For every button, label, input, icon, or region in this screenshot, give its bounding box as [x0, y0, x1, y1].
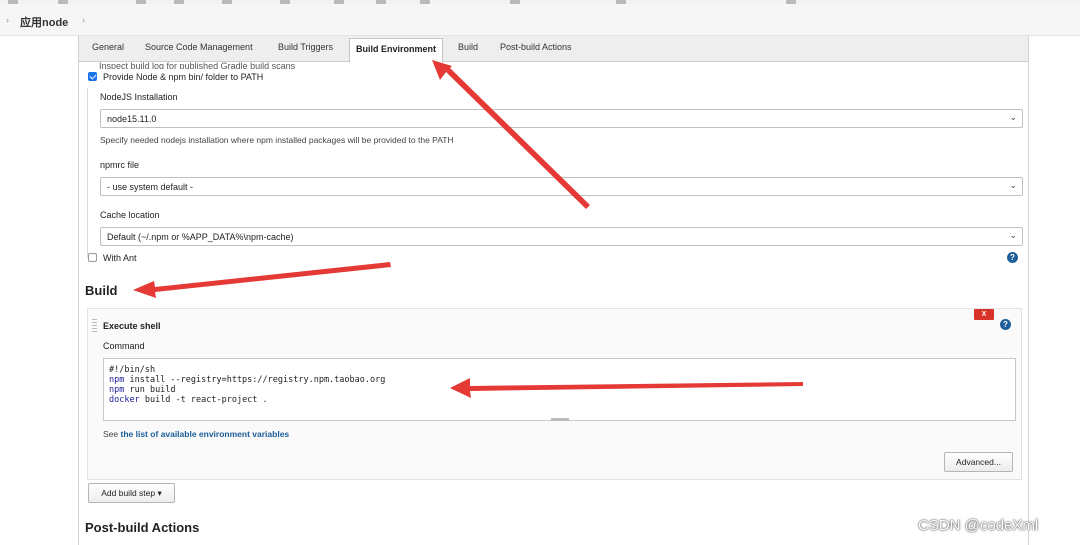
nodejs-installation-hint: Specify needed nodejs installation where… [100, 135, 454, 145]
build-section-title: Build [85, 283, 118, 298]
dropdown-caret-icon: ▾ [157, 488, 162, 498]
command-line: npm install --registry=https://registry.… [109, 375, 386, 385]
post-build-section-title: Post-build Actions [85, 520, 200, 535]
tab-source-code-management[interactable]: Source Code Management [145, 42, 253, 52]
with-ant-label: With Ant [103, 253, 137, 263]
chevron-right-icon: › [6, 15, 9, 25]
command-textarea[interactable]: #!/bin/sh npm install --registry=https:/… [103, 358, 1016, 421]
config-panel: General Source Code Management Build Tri… [78, 36, 1029, 545]
config-tabs: General Source Code Management Build Tri… [79, 36, 1028, 63]
cache-location-value: Default (~/.npm or %APP_DATA%\npm-cache) [107, 232, 294, 242]
chevron-down-icon: ⌄ [1009, 180, 1017, 190]
env-vars-hint: See the list of available environment va… [103, 429, 289, 439]
command-line: docker build -t react-project . [109, 395, 268, 405]
watermark: CSDN @codeXml [918, 517, 1039, 534]
inspect-build-log-option: Inspect build log for published Gradle b… [99, 62, 296, 69]
breadcrumb: › 应用node › [0, 4, 1080, 36]
tab-build-triggers[interactable]: Build Triggers [278, 42, 333, 52]
breadcrumb-project[interactable]: 应用node [20, 14, 68, 30]
nodejs-installation-value: node15.11.0 [107, 114, 157, 124]
drag-handle-icon[interactable] [92, 319, 97, 333]
help-icon[interactable]: ? [1007, 252, 1018, 263]
tab-build[interactable]: Build [458, 42, 478, 52]
execute-shell-title: Execute shell [103, 321, 161, 331]
add-build-step-label: Add build step [101, 488, 156, 498]
env-vars-link[interactable]: the list of available environment variab… [121, 429, 290, 439]
nodejs-installation-select[interactable]: node15.11.0 ⌄ [100, 109, 1023, 128]
cache-location-select[interactable]: Default (~/.npm or %APP_DATA%\npm-cache)… [100, 227, 1023, 246]
with-ant-checkbox[interactable] [88, 253, 97, 262]
advanced-button[interactable]: Advanced... [944, 452, 1013, 472]
nodejs-installation-label: NodeJS Installation [100, 92, 178, 102]
section-indent-line [87, 88, 88, 258]
command-line: npm run build [109, 385, 176, 395]
add-build-step-button[interactable]: Add build step ▾ [88, 483, 175, 503]
npmrc-file-select[interactable]: - use system default - ⌄ [100, 177, 1023, 196]
delete-step-button[interactable]: X [974, 309, 994, 320]
tab-build-environment[interactable]: Build Environment [349, 38, 444, 63]
execute-shell-step: Execute shell X ? Command #!/bin/sh npm … [87, 308, 1022, 480]
command-line: #!/bin/sh [109, 365, 156, 375]
npmrc-file-label: npmrc file [100, 160, 140, 170]
chevron-down-icon: ⌄ [1009, 230, 1017, 240]
env-vars-prefix: See [103, 429, 119, 439]
tab-post-build-actions[interactable]: Post-build Actions [500, 42, 572, 52]
provide-node-checkbox[interactable] [88, 72, 97, 81]
help-icon[interactable]: ? [1000, 319, 1011, 330]
tab-general[interactable]: General [92, 42, 124, 52]
provide-node-label: Provide Node & npm bin/ folder to PATH [103, 72, 264, 82]
chevron-down-icon: ⌄ [1009, 112, 1017, 122]
command-label: Command [103, 341, 145, 351]
chevron-right-icon[interactable]: › [82, 15, 85, 25]
cache-location-label: Cache location [100, 210, 160, 220]
npmrc-file-value: - use system default - [107, 182, 194, 192]
textarea-resize-handle[interactable] [551, 418, 569, 421]
